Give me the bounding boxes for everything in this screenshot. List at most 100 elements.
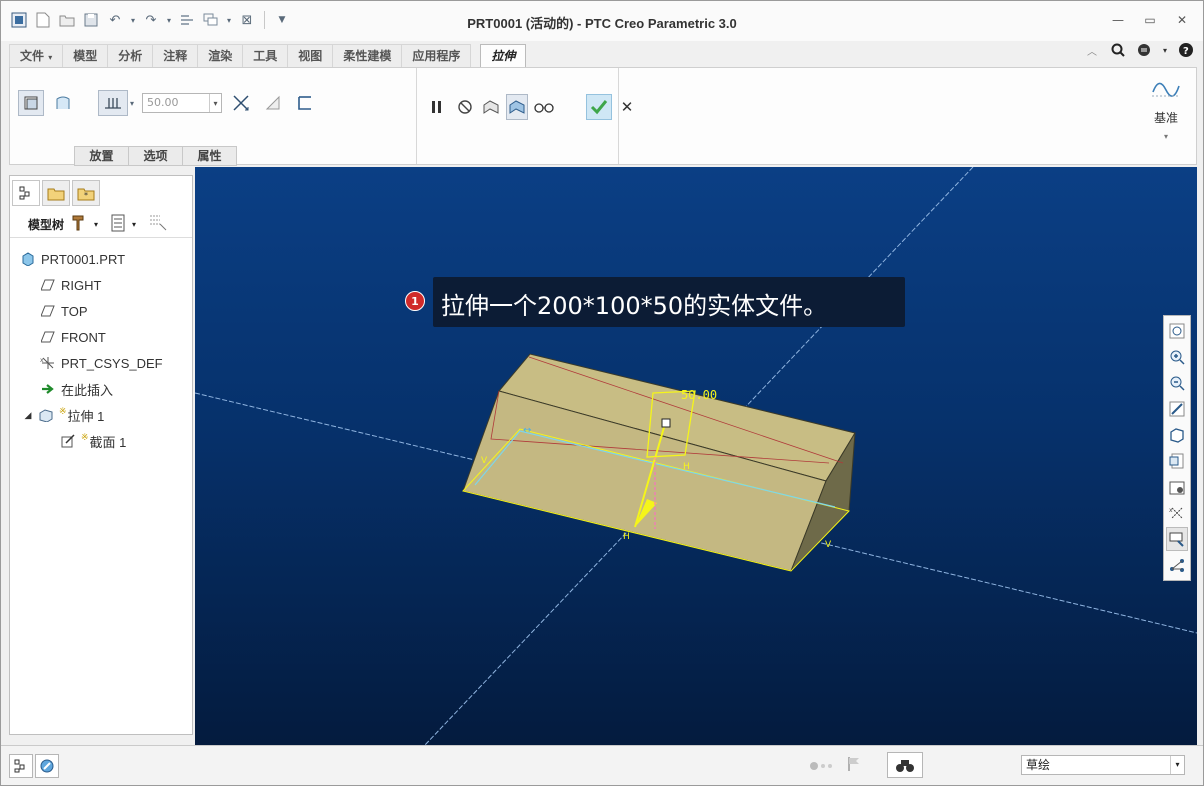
svg-text:*: *	[84, 191, 88, 200]
graphics-window[interactable]: 50.00 V H H V ↔ 1 拉伸一个200*100*50的实体文件。 x	[195, 167, 1197, 745]
depth-dropdown-icon[interactable]: ▾	[128, 92, 136, 114]
datum-group[interactable]: 基准 ▾	[1146, 74, 1186, 141]
close-icon[interactable]: ✕	[1173, 11, 1191, 29]
settings-icon[interactable]	[70, 214, 88, 235]
find-icon[interactable]	[887, 752, 923, 778]
ok-confirm-icon[interactable]	[586, 94, 612, 120]
model-tree-toolbar: 模型树 ▾ ▾	[10, 212, 192, 238]
depth-blind-icon[interactable]	[98, 90, 128, 116]
depth-drag-handle-icon[interactable]	[661, 418, 671, 428]
show-icon[interactable]	[110, 214, 126, 235]
saved-orientations-icon[interactable]	[1166, 449, 1188, 473]
tree-item-extrude[interactable]: ◢ ※ 拉伸 1	[10, 402, 192, 428]
verify-preview-icon[interactable]	[506, 94, 528, 120]
tab-properties[interactable]: 属性	[182, 146, 237, 166]
separate-preview-icon[interactable]	[480, 94, 502, 120]
verify-mode-icon[interactable]	[532, 94, 556, 120]
collapse-ribbon-icon[interactable]: ︿	[1083, 41, 1101, 59]
help-icon[interactable]: ?	[1177, 41, 1195, 59]
sketch-origin-marker: ↔	[523, 425, 531, 436]
depth-dimension-label[interactable]: 50.00	[681, 388, 717, 402]
flag-icon[interactable]	[847, 756, 861, 775]
tree-item-insert-here[interactable]: 在此插入	[10, 376, 192, 402]
repaint-icon[interactable]	[1166, 397, 1188, 421]
instruction-text: 拉伸一个200*100*50的实体文件。	[441, 292, 828, 320]
constraint-marker-h: H	[683, 462, 690, 472]
zoom-in-icon[interactable]	[1166, 345, 1188, 369]
show-browser-icon[interactable]	[35, 754, 59, 778]
selection-filter-dropdown[interactable]: 草绘 ▾	[1021, 755, 1185, 775]
model-scene: 50.00 V H H V ↔	[195, 167, 1197, 745]
tab-applications[interactable]: 应用程序	[401, 44, 472, 68]
depth-value: 50.00	[147, 96, 179, 109]
pause-icon[interactable]	[424, 94, 450, 120]
datum-plane-icon	[40, 277, 56, 293]
datum-label: 基准	[1153, 111, 1178, 125]
spin-center-icon[interactable]	[1166, 553, 1188, 577]
window-title: PRT0001 (活动的) - PTC Creo Parametric 3.0	[467, 16, 737, 31]
remove-material-icon[interactable]	[260, 90, 286, 116]
no-preview-icon[interactable]	[454, 94, 476, 120]
datum-display-icon[interactable]: x	[1166, 501, 1188, 525]
ribbon-divider	[618, 68, 619, 164]
tree-item-label: 拉伸 1	[67, 408, 105, 424]
chevron-down-icon: ▾	[48, 53, 53, 62]
tab-label: 文件	[20, 49, 45, 63]
view-manager-icon[interactable]	[1166, 475, 1188, 499]
tree-item-label: PRT_CSYS_DEF	[61, 355, 163, 371]
search-icon[interactable]	[1109, 41, 1127, 59]
tab-render[interactable]: 渲染	[197, 44, 244, 68]
model-tree-tab-icon[interactable]	[12, 180, 40, 206]
community-icon[interactable]	[1135, 41, 1153, 59]
tab-analysis[interactable]: 分析	[107, 44, 154, 68]
filter-icon[interactable]	[148, 214, 168, 235]
chevron-down-icon[interactable]: ▾	[209, 94, 221, 112]
maximize-icon[interactable]: ▭	[1141, 11, 1159, 29]
chevron-down-icon: ▾	[1163, 132, 1168, 141]
display-style-icon[interactable]	[1166, 423, 1188, 447]
tree-item-right[interactable]: RIGHT	[10, 272, 192, 298]
tree-item-csys[interactable]: x PRT_CSYS_DEF	[10, 350, 192, 376]
minimize-icon[interactable]: —	[1109, 11, 1127, 29]
surface-extrude-icon[interactable]	[50, 90, 76, 116]
depth-value-field[interactable]: 50.00 ▾	[142, 93, 222, 113]
tab-file[interactable]: 文件 ▾	[9, 44, 64, 68]
folder-browser-tab-icon[interactable]	[42, 180, 70, 206]
tab-extrude[interactable]: 拉伸	[480, 44, 527, 69]
svg-text:x: x	[1169, 507, 1173, 514]
instruction-callout: 拉伸一个200*100*50的实体文件。	[433, 277, 905, 327]
tab-options[interactable]: 选项	[128, 146, 183, 166]
tab-annotate[interactable]: 注释	[152, 44, 199, 68]
favorites-tab-icon[interactable]: *	[72, 180, 100, 206]
new-feature-marker-icon: ※	[81, 431, 89, 442]
tree-item-front[interactable]: FRONT	[10, 324, 192, 350]
tree-item-top[interactable]: TOP	[10, 298, 192, 324]
tab-flexible-modeling[interactable]: 柔性建模	[332, 44, 403, 68]
title-bar: ↶ ▾ ↷ ▾ ▾ ⊠ ▼ PRT0001 (活动的) - PTC Creo P…	[1, 1, 1203, 41]
tree-item-sketch[interactable]: ※ 截面 1	[10, 428, 192, 454]
tree-item-label: PRT0001.PRT	[41, 251, 126, 267]
svg-text:?: ?	[1183, 46, 1189, 57]
flip-direction-icon[interactable]	[228, 90, 254, 116]
show-navigator-icon[interactable]	[9, 754, 33, 778]
community-dropdown-icon[interactable]: ▾	[1161, 41, 1169, 59]
tree-item-part[interactable]: PRT0001.PRT	[10, 246, 192, 272]
tab-view[interactable]: 视图	[287, 44, 334, 68]
cancel-icon[interactable]: ✕	[616, 94, 638, 120]
zoom-out-icon[interactable]	[1166, 371, 1188, 395]
chevron-down-icon[interactable]: ▾	[1170, 756, 1184, 774]
view-toolbar: x	[1163, 315, 1191, 581]
expand-arrow-icon[interactable]: ◢	[22, 407, 34, 423]
show-dropdown-icon[interactable]: ▾	[132, 220, 136, 229]
model-tree-label: 模型树	[28, 218, 65, 232]
tab-model[interactable]: 模型	[62, 44, 109, 68]
tab-tools[interactable]: 工具	[242, 44, 289, 68]
constraint-marker-v: V	[481, 456, 488, 466]
tab-placement[interactable]: 放置	[74, 146, 129, 166]
navigator-panel: * 模型树 ▾ ▾ PRT0001.PRT RIGHT TOP FRONT x …	[9, 175, 193, 735]
thicken-sketch-icon[interactable]	[292, 90, 318, 116]
solid-extrude-icon[interactable]	[18, 90, 44, 116]
annotation-display-icon[interactable]	[1166, 527, 1188, 551]
refit-icon[interactable]	[1166, 319, 1188, 343]
settings-dropdown-icon[interactable]: ▾	[94, 220, 98, 229]
